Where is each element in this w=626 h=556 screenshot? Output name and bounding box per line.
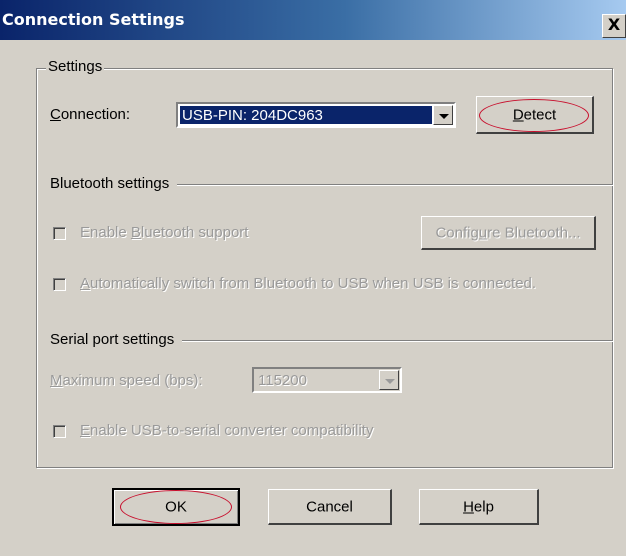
serial-section-label: Serial port settings (50, 331, 183, 348)
connection-label: Connection: (50, 106, 131, 123)
auto-switch-label: Automatically switch from Bluetooth to U… (80, 275, 537, 292)
usb-serial-converter-checkbox[interactable] (53, 425, 66, 438)
ok-label: OK (165, 498, 187, 516)
bluetooth-section-label: Bluetooth settings (50, 175, 178, 192)
chevron-down-icon[interactable] (433, 105, 453, 125)
auto-switch-checkbox[interactable] (53, 278, 66, 291)
enable-bluetooth-label: Enable Bluetooth support (80, 224, 249, 241)
window-title: Connection Settings (2, 10, 185, 29)
ok-button[interactable]: OK (112, 488, 240, 526)
max-speed-label: Maximum speed (bps): (50, 372, 203, 389)
title-bar: Connection Settings (0, 0, 626, 40)
close-icon: X (607, 15, 621, 34)
help-button[interactable]: Help (419, 489, 539, 525)
detect-label: Detect (512, 106, 557, 123)
chevron-down-icon[interactable] (379, 370, 399, 390)
cancel-button[interactable]: Cancel (268, 489, 392, 525)
max-speed-dropdown[interactable]: 115200 (252, 367, 402, 393)
max-speed-value: 115200 (258, 372, 307, 389)
detect-button[interactable]: Detect (476, 96, 594, 134)
connection-dropdown[interactable]: USB-PIN: 204DC963 (176, 102, 456, 128)
configure-bluetooth-label: Configure Bluetooth... (435, 224, 581, 241)
enable-bluetooth-checkbox[interactable] (53, 227, 66, 240)
usb-serial-converter-label: Enable USB-to-serial converter compatibi… (80, 422, 374, 439)
help-label: Help (463, 498, 494, 515)
configure-bluetooth-button[interactable]: Configure Bluetooth... (421, 216, 596, 250)
connection-selected-value: USB-PIN: 204DC963 (180, 106, 432, 124)
cancel-label: Cancel (306, 498, 353, 515)
close-button[interactable]: X (602, 14, 626, 38)
settings-group-label: Settings (46, 58, 105, 75)
